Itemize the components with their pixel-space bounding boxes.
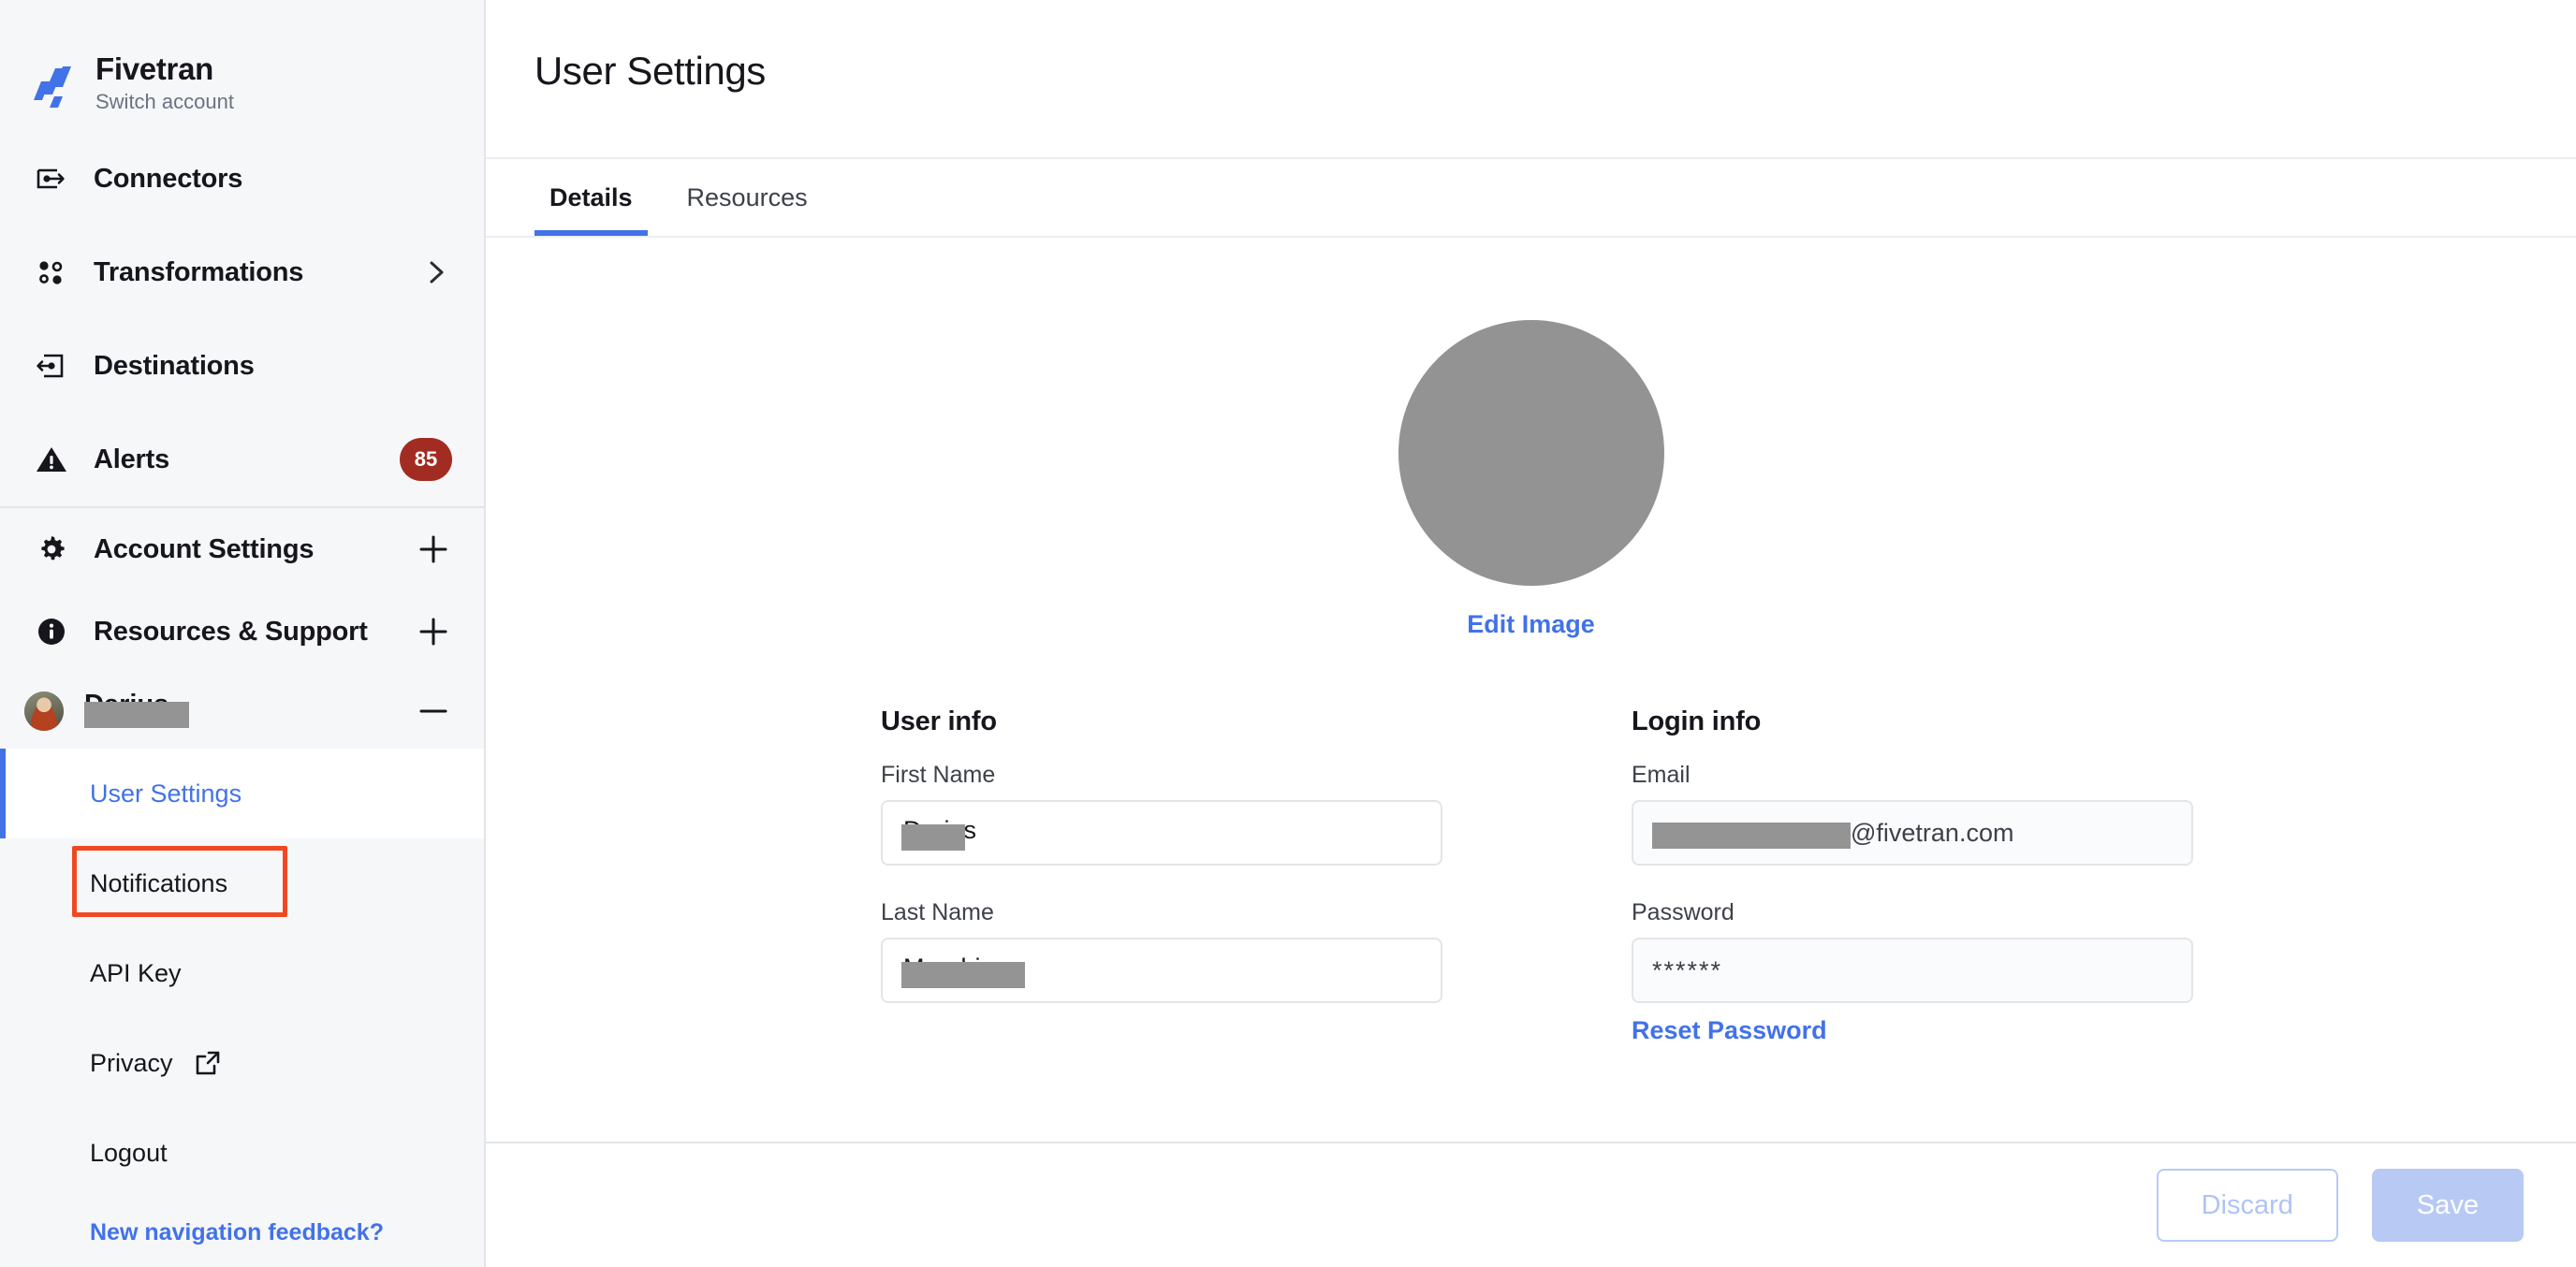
active-indicator	[0, 749, 6, 838]
sidebar-item-alerts[interactable]: Alerts 85	[0, 413, 484, 506]
sidebar-item-label: Logout	[90, 1138, 168, 1167]
sidebar-item-api-key[interactable]: API Key	[0, 928, 484, 1018]
sidebar-item-destinations[interactable]: Destinations	[0, 319, 484, 413]
page-title: User Settings	[534, 49, 766, 93]
alerts-count-badge: 85	[400, 438, 452, 482]
sidebar-item-label: Transformations	[94, 256, 304, 287]
first-name-label: First Name	[881, 762, 996, 788]
save-button[interactable]: Save	[2371, 1169, 2524, 1242]
info-icon	[32, 612, 71, 651]
sidebar-item-label: Privacy	[90, 1048, 173, 1077]
password-value: ******	[1652, 955, 1723, 984]
avatar	[24, 691, 64, 731]
password-field-group: Password ****** Reset Password	[1632, 899, 2193, 1045]
redaction-bar	[901, 824, 965, 851]
first-name-field-group: First Name Darius	[881, 762, 1442, 866]
details-panel: Edit Image User info First Name Darius L…	[486, 238, 2576, 1142]
last-name-label: Last Name	[881, 899, 994, 925]
tab-bar: Details Resources	[486, 157, 2576, 238]
plus-icon[interactable]	[415, 531, 452, 568]
plus-icon[interactable]	[415, 613, 452, 650]
feedback-row: New navigation feedback?	[0, 1198, 484, 1267]
sidebar-item-label: Alerts	[94, 444, 169, 474]
password-field[interactable]: ******	[1632, 938, 2193, 1003]
sidebar-item-transformations[interactable]: Transformations	[0, 226, 484, 319]
destinations-icon	[32, 346, 71, 386]
email-field-group: Email @fivetran.com	[1632, 762, 2193, 866]
sidebar-item-label: API Key	[90, 958, 182, 987]
brand-header[interactable]: Fivetran Switch account	[0, 0, 484, 126]
login-info-title: Login info	[1632, 706, 1762, 736]
reset-password-link[interactable]: Reset Password	[1632, 1016, 2193, 1045]
sidebar: Fivetran Switch account Connectors Trans…	[0, 0, 486, 1267]
new-navigation-feedback-link[interactable]: New navigation feedback?	[90, 1219, 384, 1246]
sidebar-item-connectors[interactable]: Connectors	[0, 132, 484, 226]
gear-icon	[32, 530, 71, 569]
last-name-input[interactable]: Marubi	[881, 938, 1442, 1003]
switch-account-label[interactable]: Switch account	[95, 91, 234, 112]
minus-icon[interactable]	[415, 692, 452, 730]
external-link-icon	[194, 1049, 222, 1077]
tab-details[interactable]: Details	[534, 159, 648, 236]
alert-triangle-icon	[32, 440, 71, 479]
tab-resources[interactable]: Resources	[672, 159, 823, 236]
sidebar-item-label: Account Settings	[94, 533, 315, 564]
sidebar-item-label: Notifications	[90, 868, 228, 897]
sidebar-item-label: Connectors	[94, 163, 243, 194]
redaction-bar	[901, 962, 1025, 988]
profile-name: Darius	[84, 690, 189, 729]
sidebar-item-user-settings[interactable]: User Settings	[0, 749, 484, 838]
brand-name: Fivetran	[95, 51, 213, 87]
app-root: Fivetran Switch account Connectors Trans…	[0, 0, 2576, 1267]
profile-avatar-image	[1398, 320, 1664, 586]
password-label: Password	[1632, 899, 1734, 925]
first-name-input[interactable]: Darius	[881, 800, 1442, 866]
primary-nav: Connectors Transformations Destinations …	[0, 126, 484, 506]
sidebar-item-label: Destinations	[94, 350, 255, 381]
fivetran-logo-icon	[32, 57, 75, 109]
email-domain: @fivetran.com	[1851, 818, 2014, 847]
sidebar-item-label: User Settings	[90, 779, 242, 808]
profile-image-block: Edit Image	[486, 238, 2576, 639]
last-name-field-group: Last Name Marubi	[881, 899, 1442, 1003]
sidebar-item-label: Resources & Support	[94, 616, 368, 647]
user-info-title: User info	[881, 706, 997, 736]
tab-label: Details	[549, 182, 633, 211]
sidebar-item-notifications[interactable]: Notifications	[0, 838, 484, 928]
tab-label: Resources	[686, 182, 808, 211]
edit-image-link[interactable]: Edit Image	[1467, 610, 1595, 639]
chevron-right-icon[interactable]	[420, 256, 452, 288]
user-info-column: User info First Name Darius Last Name Ma…	[881, 706, 1442, 1079]
user-submenu: User Settings Notifications API Key Priv…	[0, 749, 484, 1267]
connectors-icon	[32, 159, 71, 198]
transformations-icon	[32, 253, 71, 292]
action-footer: Discard Save	[486, 1142, 2576, 1267]
sidebar-item-user-profile[interactable]: Darius	[0, 673, 484, 749]
sidebar-item-resources-support[interactable]: Resources & Support	[0, 590, 484, 673]
sidebar-item-privacy[interactable]: Privacy	[0, 1018, 484, 1108]
discard-button[interactable]: Discard	[2156, 1169, 2338, 1242]
login-info-column: Login info Email @fivetran.com Password …	[1632, 706, 2193, 1079]
email-field[interactable]: @fivetran.com	[1632, 800, 2193, 866]
main-content: User Settings Details Resources Edit Ima…	[486, 0, 2576, 1267]
sidebar-item-account-settings[interactable]: Account Settings	[0, 508, 484, 590]
page-header: User Settings	[486, 0, 2576, 157]
sidebar-item-logout[interactable]: Logout	[0, 1108, 484, 1198]
redaction-bar	[1652, 823, 1851, 849]
redaction-bar	[84, 701, 189, 728]
email-label: Email	[1632, 762, 1690, 788]
settings-form: User info First Name Darius Last Name Ma…	[486, 639, 2576, 1079]
